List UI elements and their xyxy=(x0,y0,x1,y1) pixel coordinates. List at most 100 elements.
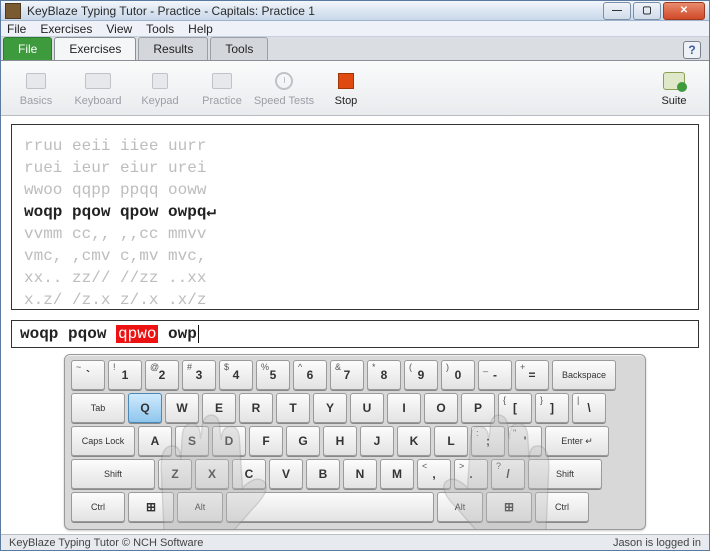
key-/[interactable]: ?/ xyxy=(491,459,525,489)
key-o[interactable]: O xyxy=(424,393,458,423)
key-][interactable]: }] xyxy=(535,393,569,423)
tab-tools[interactable]: Tools xyxy=(210,37,268,60)
key-'[interactable]: "' xyxy=(508,426,542,456)
toolbar-speed: Speed Tests xyxy=(253,61,315,115)
key-w[interactable]: W xyxy=(165,393,199,423)
toolbar-keypad-label: Keypad xyxy=(141,95,178,107)
key-shift-left[interactable]: Shift xyxy=(71,459,155,489)
key-6[interactable]: ^6 xyxy=(293,360,327,390)
key-win-right[interactable]: ⊞ xyxy=(486,492,532,522)
key-f[interactable]: F xyxy=(249,426,283,456)
lesson-line: vvmm cc,, ,,cc mmvv xyxy=(24,223,686,245)
key-g[interactable]: G xyxy=(286,426,320,456)
key-d[interactable]: D xyxy=(212,426,246,456)
tab-results[interactable]: Results xyxy=(138,37,208,60)
key-x[interactable]: X xyxy=(195,459,229,489)
key-t[interactable]: T xyxy=(276,393,310,423)
key-7[interactable]: &7 xyxy=(330,360,364,390)
menu-exercises[interactable]: Exercises xyxy=(40,22,92,36)
status-right: Jason is logged in xyxy=(613,537,701,549)
window-title: KeyBlaze Typing Tutor - Practice - Capit… xyxy=(27,4,603,18)
lesson-line-current: woqp pqow qpow owpq↵ xyxy=(24,201,686,223)
key-\[interactable]: |\ xyxy=(572,393,606,423)
typed-error: qpwo xyxy=(116,325,158,343)
key-i[interactable]: I xyxy=(387,393,421,423)
status-bar: KeyBlaze Typing Tutor © NCH Software Jas… xyxy=(1,534,709,550)
lesson-line: vmc, ,cmv c,mv mvc, xyxy=(24,245,686,267)
key-8[interactable]: *8 xyxy=(367,360,401,390)
toolbar-suite[interactable]: Suite xyxy=(643,61,705,115)
toolbar-stop[interactable]: Stop xyxy=(315,61,377,115)
key-alt-right[interactable]: Alt xyxy=(437,492,483,522)
key-y[interactable]: Y xyxy=(313,393,347,423)
window-buttons: — ▢ ✕ xyxy=(603,2,705,20)
maximize-button[interactable]: ▢ xyxy=(633,2,661,20)
key-a[interactable]: A xyxy=(138,426,172,456)
key-j[interactable]: J xyxy=(360,426,394,456)
toolbar-practice: Practice xyxy=(191,61,253,115)
toolbar: Basics Keyboard Keypad Practice Speed Te… xyxy=(1,61,709,116)
key-u[interactable]: U xyxy=(350,393,384,423)
key-c[interactable]: C xyxy=(232,459,266,489)
key-enter[interactable]: Enter ↵ xyxy=(545,426,609,456)
key-n[interactable]: N xyxy=(343,459,377,489)
key-z[interactable]: Z xyxy=(158,459,192,489)
key-r[interactable]: R xyxy=(239,393,273,423)
key-1[interactable]: !1 xyxy=(108,360,142,390)
key-.[interactable]: >. xyxy=(454,459,488,489)
key-capslock[interactable]: Caps Lock xyxy=(71,426,135,456)
lesson-line: ruei ieur eiur urei xyxy=(24,157,686,179)
key-5[interactable]: %5 xyxy=(256,360,290,390)
menu-tools[interactable]: Tools xyxy=(146,22,174,36)
key-m[interactable]: M xyxy=(380,459,414,489)
minimize-button[interactable]: — xyxy=(603,2,631,20)
key-ctrl-right[interactable]: Ctrl xyxy=(535,492,589,522)
menu-help[interactable]: Help xyxy=(188,22,213,36)
key-alt-left[interactable]: Alt xyxy=(177,492,223,522)
key-k[interactable]: K xyxy=(397,426,431,456)
titlebar: KeyBlaze Typing Tutor - Practice - Capit… xyxy=(1,1,709,21)
key-b[interactable]: B xyxy=(306,459,340,489)
tab-file[interactable]: File xyxy=(3,37,52,60)
key-2[interactable]: @2 xyxy=(145,360,179,390)
key-;[interactable]: :; xyxy=(471,426,505,456)
key-backspace[interactable]: Backspace xyxy=(552,360,616,390)
key-v[interactable]: V xyxy=(269,459,303,489)
lesson-line: rruu eeii iiee uurr xyxy=(24,135,686,157)
practice-icon xyxy=(209,70,235,92)
key-ctrl-left[interactable]: Ctrl xyxy=(71,492,125,522)
key-[[interactable]: {[ xyxy=(498,393,532,423)
key-shift-right[interactable]: Shift xyxy=(528,459,602,489)
close-button[interactable]: ✕ xyxy=(663,2,705,20)
key-9[interactable]: (9 xyxy=(404,360,438,390)
typing-input[interactable]: woqp pqow qpwo owp xyxy=(11,320,699,348)
key-e[interactable]: E xyxy=(202,393,236,423)
key-win-left[interactable]: ⊞ xyxy=(128,492,174,522)
key--[interactable]: _- xyxy=(478,360,512,390)
key-p[interactable]: P xyxy=(461,393,495,423)
key-h[interactable]: H xyxy=(323,426,357,456)
menu-view[interactable]: View xyxy=(106,22,132,36)
key-space[interactable] xyxy=(226,492,434,522)
key-q[interactable]: Q xyxy=(128,393,162,423)
help-button[interactable]: ? xyxy=(683,41,701,59)
key-0[interactable]: )0 xyxy=(441,360,475,390)
lesson-line: x.z/ /z.x z/.x .x/z xyxy=(24,289,686,310)
keyboard-wrap: ~`!1@2#3$4%5^6&7*8(9)0_-+=Backspace TabQ… xyxy=(11,354,699,530)
key-`[interactable]: ~` xyxy=(71,360,105,390)
key-=[interactable]: += xyxy=(515,360,549,390)
basics-icon xyxy=(23,70,49,92)
toolbar-speed-label: Speed Tests xyxy=(254,95,314,107)
stop-icon xyxy=(333,70,359,92)
key-4[interactable]: $4 xyxy=(219,360,253,390)
tab-exercises[interactable]: Exercises xyxy=(54,37,136,60)
key-s[interactable]: S xyxy=(175,426,209,456)
key-3[interactable]: #3 xyxy=(182,360,216,390)
key-tab[interactable]: Tab xyxy=(71,393,125,423)
key-,[interactable]: <, xyxy=(417,459,451,489)
key-l[interactable]: L xyxy=(434,426,468,456)
content-area: rruu eeii iiee uurr ruei ieur eiur urei … xyxy=(1,116,709,534)
suite-icon xyxy=(661,70,687,92)
menu-file[interactable]: File xyxy=(7,22,26,36)
lesson-line: xx.. zz// //zz ..xx xyxy=(24,267,686,289)
